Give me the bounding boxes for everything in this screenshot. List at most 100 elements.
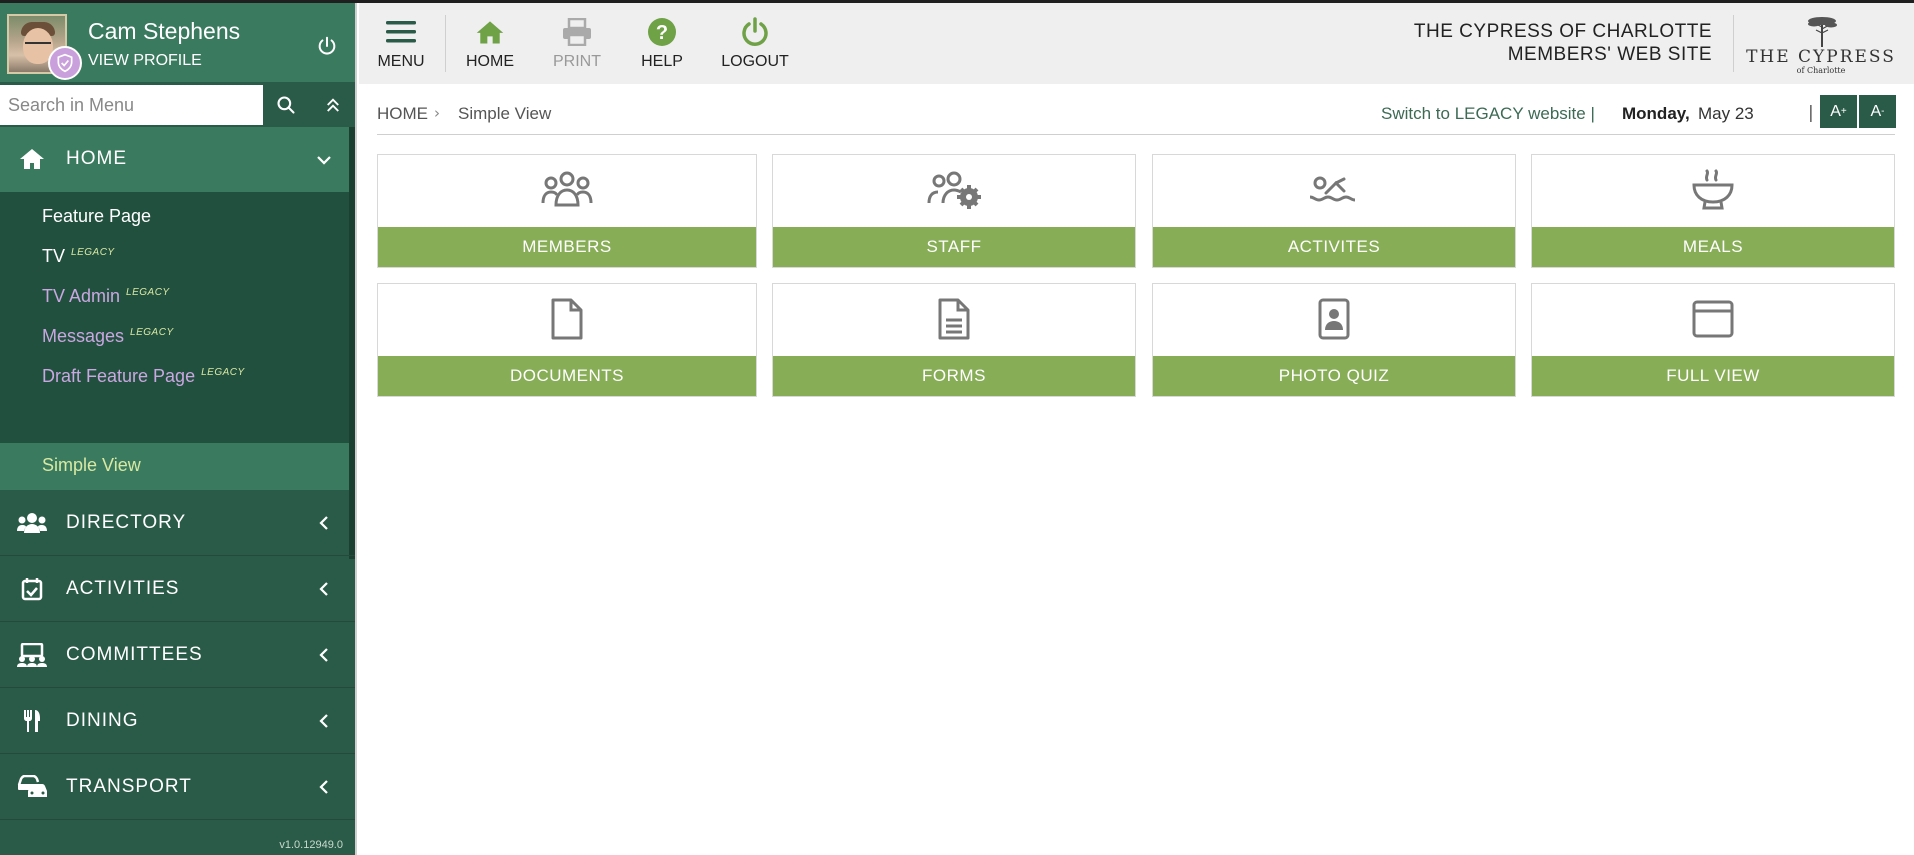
power-icon [740, 17, 770, 47]
separator: | [1808, 103, 1814, 123]
sidebar-section-home[interactable]: HOME [0, 127, 355, 192]
sidebar-item-tv-admin[interactable]: TV Admin LEGACY [42, 286, 170, 307]
breadcrumb-current: Simple View [458, 104, 552, 123]
breadcrumb-separator-icon: › [434, 104, 440, 122]
tile-full-view[interactable]: FULL VIEW [1531, 283, 1895, 397]
chevron-left-icon [319, 516, 328, 530]
menu-search-row [0, 85, 355, 125]
tile-staff[interactable]: STAFF [772, 154, 1136, 268]
sidebar-item-draft-feature-page[interactable]: Draft Feature Page LEGACY [42, 366, 245, 387]
chevron-left-icon [319, 714, 328, 728]
chevron-left-icon [319, 582, 328, 596]
committee-icon [17, 642, 47, 668]
app-window: Cam Stephens VIEW PROFILE HOME Featu [0, 0, 1914, 855]
tile-meals[interactable]: MEALS [1531, 154, 1895, 268]
switch-to-legacy-link[interactable]: Switch to LEGACY website | [1381, 104, 1595, 124]
collapse-menu-button[interactable] [309, 85, 355, 125]
sidebar-section-dining[interactable]: DINING [0, 688, 355, 754]
tile-label: PHOTO QUIZ [1153, 356, 1515, 396]
sidebar-section-directory[interactable]: DIRECTORY [0, 490, 355, 556]
users-icon [17, 510, 47, 536]
font-decrease-button[interactable]: A- [1859, 95, 1896, 128]
utensils-icon [17, 708, 47, 734]
tile-label: MEALS [1532, 227, 1894, 267]
sidebar-item-tv[interactable]: TV LEGACY [42, 246, 115, 267]
calendar-check-icon [17, 576, 47, 602]
print-button[interactable]: PRINT [549, 3, 605, 84]
double-chevron-up-icon [327, 98, 339, 112]
sidebar-section-committees[interactable]: COMMITTEES [0, 622, 355, 688]
power-icon[interactable] [316, 35, 338, 57]
home-button[interactable]: HOME [460, 3, 520, 84]
logo-divider [1733, 15, 1734, 72]
menu-button[interactable]: MENU [373, 3, 429, 84]
cars-icon [17, 774, 47, 800]
photo-id-icon [1153, 298, 1515, 340]
hamburger-icon [386, 17, 416, 47]
tile-label: DOCUMENTS [378, 356, 756, 396]
sidebar-section-label: HOME [66, 148, 127, 169]
sidebar-section-label: ACTIVITIES [66, 578, 180, 599]
shield-badge-icon [48, 46, 82, 80]
tile-label: MEMBERS [378, 227, 756, 267]
toolbar-divider [445, 15, 446, 72]
tile-activities[interactable]: ACTIVITES [1152, 154, 1516, 268]
staff-gear-icon [773, 169, 1135, 211]
logout-button[interactable]: LOGOUT [717, 3, 793, 84]
chevron-down-icon [317, 156, 331, 165]
user-name: Cam Stephens [88, 18, 241, 44]
swimmer-icon [1153, 169, 1515, 211]
cypress-logo[interactable]: THE CYPRESS of Charlotte [1741, 15, 1901, 75]
chevron-left-icon [319, 780, 328, 794]
home-icon [17, 146, 47, 172]
profile-header: Cam Stephens VIEW PROFILE [0, 3, 355, 82]
breadcrumb: HOME › Simple View Switch to LEGACY webs… [377, 95, 1896, 135]
sidebar-section-activities[interactable]: ACTIVITIES [0, 556, 355, 622]
sidebar-item-simple-view[interactable]: Simple View [42, 455, 141, 476]
legacy-tag: LEGACY [71, 247, 115, 258]
version-label: v1.0.12949.0 [279, 839, 343, 851]
bowl-icon [1532, 169, 1894, 211]
tile-members[interactable]: MEMBERS [377, 154, 757, 268]
search-button[interactable] [265, 85, 306, 125]
site-title: THE CYPRESS OF CHARLOTTE MEMBERS' WEB SI… [1413, 21, 1712, 65]
sidebar-section-label: DINING [66, 710, 139, 731]
chevron-left-icon [319, 648, 328, 662]
form-icon [773, 298, 1135, 340]
printer-icon [562, 17, 592, 47]
document-icon [378, 298, 756, 340]
tile-label: FORMS [773, 356, 1135, 396]
legacy-tag: LEGACY [130, 327, 174, 338]
date-day: Monday, [1622, 104, 1690, 123]
date-text: May 23 [1698, 104, 1754, 123]
legacy-tag: LEGACY [201, 367, 245, 378]
tile-forms[interactable]: FORMS [772, 283, 1136, 397]
font-increase-button[interactable]: A + [1820, 95, 1857, 128]
sidebar-item-feature-page[interactable]: Feature Page [42, 206, 151, 227]
sidebar-item-messages[interactable]: Messages LEGACY [42, 326, 174, 347]
search-icon [276, 96, 295, 114]
window-icon [1532, 298, 1894, 340]
breadcrumb-home-link[interactable]: HOME [377, 104, 428, 124]
home-submenu: Feature Page TV LEGACY TV Admin LEGACY Mes… [0, 192, 349, 490]
tile-label: STAFF [773, 227, 1135, 267]
members-icon [378, 169, 756, 211]
sidebar-section-label: DIRECTORY [66, 512, 187, 533]
help-icon: ? [647, 17, 677, 47]
legacy-tag: LEGACY [126, 287, 170, 298]
sidebar-section-transport[interactable]: TRANSPORT [0, 754, 355, 820]
home-icon [475, 17, 505, 47]
sidebar-section-label: TRANSPORT [66, 776, 192, 797]
cypress-tree-icon [1808, 17, 1837, 47]
tile-label: FULL VIEW [1532, 356, 1894, 396]
tile-photo-quiz[interactable]: PHOTO QUIZ [1152, 283, 1516, 397]
tile-label: ACTIVITES [1153, 227, 1515, 267]
view-profile-link[interactable]: VIEW PROFILE [88, 52, 202, 70]
menu-search-input[interactable] [0, 85, 263, 125]
top-toolbar: MENU HOME PRINT ? HELP LOGOUT THE CYPRES… [359, 3, 1914, 84]
tile-documents[interactable]: DOCUMENTS [377, 283, 757, 397]
svg-text:?: ? [656, 22, 668, 44]
sidebar-section-label: COMMITTEES [66, 644, 203, 665]
sidebar: Cam Stephens VIEW PROFILE HOME Featu [0, 3, 357, 855]
help-button[interactable]: ? HELP [637, 3, 687, 84]
